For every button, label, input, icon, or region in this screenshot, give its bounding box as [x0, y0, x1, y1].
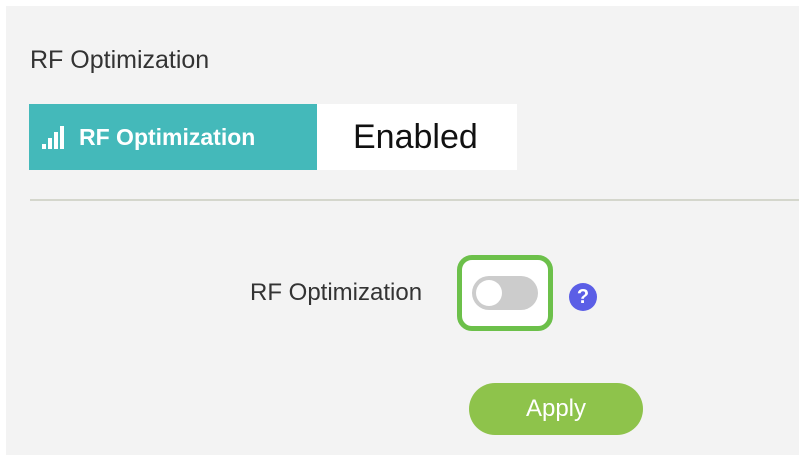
- apply-button[interactable]: Apply: [469, 383, 643, 435]
- rf-optimization-label: RF Optimization: [250, 279, 423, 306]
- rf-optimization-panel: RF Optimization RF Optimization Enabled …: [6, 6, 799, 455]
- toggle-knob[interactable]: [476, 280, 502, 306]
- section-title: RF Optimization: [30, 46, 210, 74]
- status-badge-label: RF Optimization: [79, 123, 256, 150]
- signal-bars-icon: [42, 125, 66, 149]
- rf-optimization-toggle[interactable]: [457, 255, 553, 331]
- help-circle-icon[interactable]: ?: [569, 283, 597, 311]
- divider: [30, 199, 799, 201]
- status-badge-value: Enabled: [317, 104, 517, 170]
- toggle-track[interactable]: [472, 276, 538, 310]
- status-badge-label-area: RF Optimization: [29, 104, 317, 170]
- status-badge: RF Optimization Enabled: [29, 104, 517, 170]
